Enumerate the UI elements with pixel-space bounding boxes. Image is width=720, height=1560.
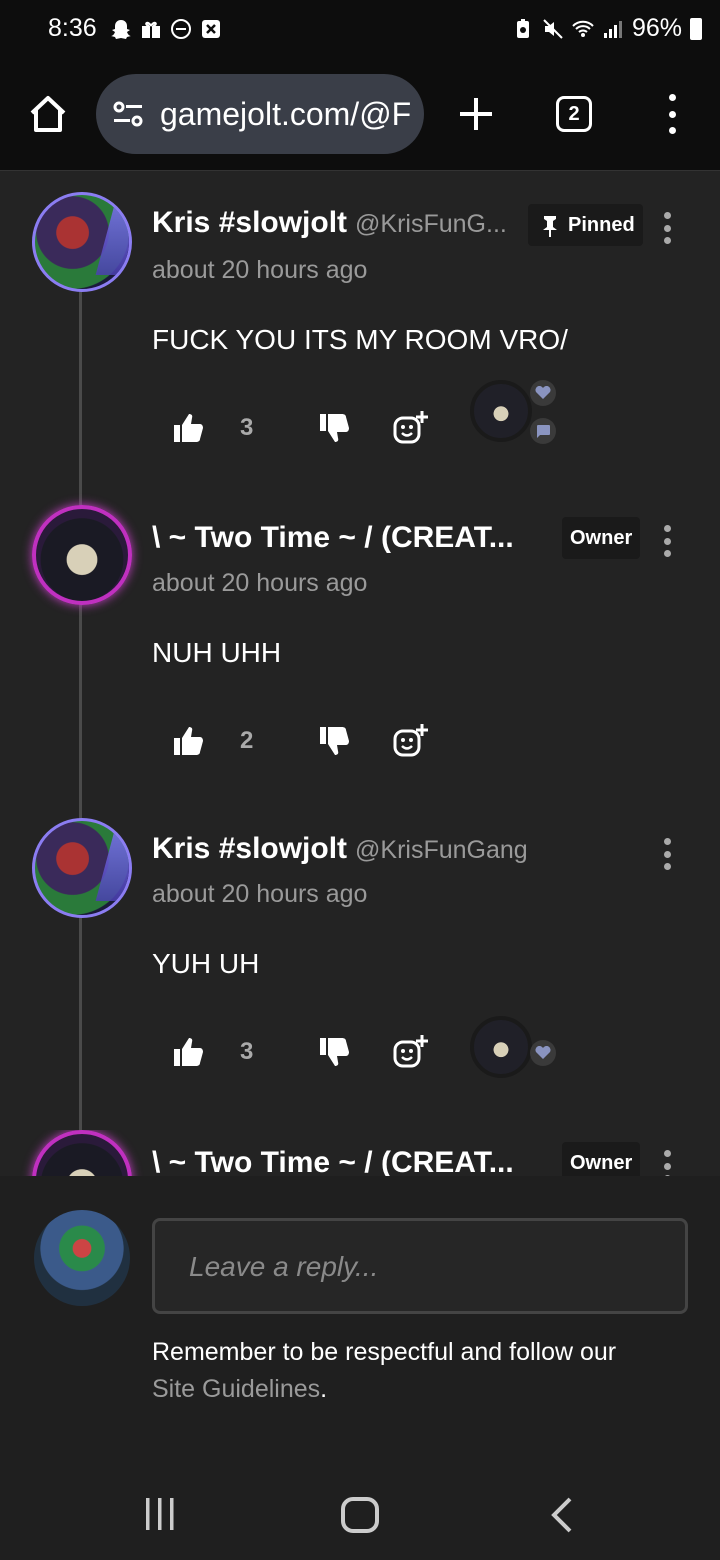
battery-icon: [690, 17, 702, 40]
guidelines-period: .: [320, 1375, 328, 1403]
system-icons: 96%: [512, 14, 702, 43]
home-nav-icon[interactable]: [340, 1496, 380, 1534]
heart-reaction: [530, 380, 556, 406]
like-count: 3: [240, 1038, 254, 1065]
reacted-user-avatar[interactable]: [470, 380, 532, 442]
reply-placeholder: Leave a reply...: [189, 1251, 379, 1282]
author-name[interactable]: \ ~ Two Time ~ / (CREAT...: [152, 521, 514, 555]
author-name[interactable]: \ ~ Two Time ~ / (CREAT...: [152, 1146, 514, 1176]
url-text[interactable]: gamejolt.com/@F: [160, 96, 411, 133]
status-bar: 8:36 96%: [0, 0, 720, 60]
notification-icons: [110, 18, 222, 40]
author-name[interactable]: Kris #slowjolt: [152, 206, 347, 240]
thumb-up-icon[interactable]: [170, 1034, 206, 1070]
owner-badge: Owner: [562, 517, 641, 559]
comment-menu-button[interactable]: [662, 212, 672, 244]
comment-author-row: \ ~ Two Time ~ / (CREAT...: [152, 1146, 514, 1176]
comment: Kris #slowjolt @KrisFunGang about 20 hou…: [0, 816, 720, 1116]
wifi-icon: [572, 20, 594, 37]
close-box-icon: [202, 20, 220, 38]
tune-icon[interactable]: [112, 100, 144, 128]
badge-label: Owner: [570, 1152, 633, 1174]
status-time: 8:36: [48, 14, 97, 42]
heart-reaction: [530, 1040, 556, 1066]
thumb-down-icon[interactable]: [316, 1034, 352, 1070]
mute-icon: [543, 18, 563, 39]
chat-bubble-icon: [537, 425, 550, 438]
thumb-down-icon[interactable]: [316, 723, 352, 759]
comment-author-row: Kris #slowjolt @KrisFunG...: [152, 206, 507, 240]
author-name[interactable]: Kris #slowjolt: [152, 832, 347, 866]
comment-author-row: \ ~ Two Time ~ / (CREAT...: [152, 521, 514, 555]
snapchat-icon: [111, 20, 131, 39]
gift-icon: [142, 21, 160, 38]
badge-label: Pinned: [568, 214, 635, 236]
thumb-up-icon[interactable]: [170, 723, 206, 759]
comment-author-row: Kris #slowjolt @KrisFunGang: [152, 832, 528, 866]
comment: \ ~ Two Time ~ / (CREAT... Owner: [0, 1130, 720, 1176]
comment-time: about 20 hours ago: [152, 880, 368, 908]
avatar[interactable]: [32, 818, 132, 918]
recent-apps-icon[interactable]: [142, 1496, 178, 1532]
like-count: 3: [240, 414, 254, 441]
author-handle[interactable]: @KrisFunG...: [355, 210, 507, 239]
badge-label: Owner: [570, 527, 633, 549]
comment-text: NUH UHH: [152, 637, 282, 668]
signal-icon: [603, 20, 622, 38]
do-not-disturb-icon: [171, 19, 191, 39]
pin-icon: [543, 216, 557, 237]
like-count: 2: [240, 727, 254, 754]
pinned-badge: Pinned: [528, 204, 643, 246]
avatar[interactable]: [32, 505, 132, 605]
avatar[interactable]: [32, 192, 132, 292]
comment: Kris #slowjolt @KrisFunG... Pinned about…: [0, 190, 720, 490]
author-handle[interactable]: @KrisFunGang: [355, 836, 528, 865]
add-reaction-icon[interactable]: [392, 1034, 428, 1070]
add-reaction-icon[interactable]: [392, 723, 428, 759]
comment-time: about 20 hours ago: [152, 256, 368, 284]
reply-panel: Leave a reply... Remember to be respectf…: [0, 1176, 720, 1466]
comment-time: about 20 hours ago: [152, 569, 368, 597]
avatar[interactable]: [32, 1130, 132, 1176]
comment: \ ~ Two Time ~ / (CREAT... Owner about 2…: [0, 505, 720, 795]
site-guidelines-link[interactable]: Site Guidelines: [152, 1375, 320, 1403]
comment-text: FUCK YOU ITS MY ROOM VRO/: [152, 324, 568, 355]
comment-text: YUH UH: [152, 948, 260, 979]
plus-icon[interactable]: [456, 94, 496, 134]
reacted-user-avatar[interactable]: [470, 1016, 532, 1078]
tab-switcher-button[interactable]: 2: [556, 96, 592, 132]
saver-icon: [516, 18, 529, 38]
system-nav-bar: [0, 1466, 720, 1560]
guidelines-text: Remember to be respectful and follow our: [152, 1338, 617, 1366]
browser-toolbar: gamejolt.com/@F 2: [0, 60, 720, 171]
home-icon[interactable]: [26, 92, 70, 136]
guidelines-notice: Remember to be respectful and follow our…: [152, 1334, 692, 1408]
heart-icon: [535, 1046, 551, 1059]
comment-menu-button[interactable]: [662, 1150, 672, 1176]
comment-menu-button[interactable]: [662, 838, 672, 870]
heart-icon: [535, 386, 551, 399]
more-vert-icon[interactable]: [660, 94, 684, 134]
battery-percent: 96%: [631, 14, 682, 42]
address-bar[interactable]: gamejolt.com/@F: [96, 74, 424, 154]
reply-input[interactable]: Leave a reply...: [152, 1218, 688, 1314]
add-reaction-icon[interactable]: [392, 410, 428, 446]
thumb-up-icon[interactable]: [170, 410, 206, 446]
thumb-down-icon[interactable]: [316, 410, 352, 446]
back-icon[interactable]: [548, 1496, 576, 1534]
comment-menu-button[interactable]: [662, 525, 672, 557]
current-user-avatar: [34, 1210, 130, 1306]
owner-badge: Owner: [562, 1142, 641, 1176]
comment-reaction: [530, 418, 556, 444]
